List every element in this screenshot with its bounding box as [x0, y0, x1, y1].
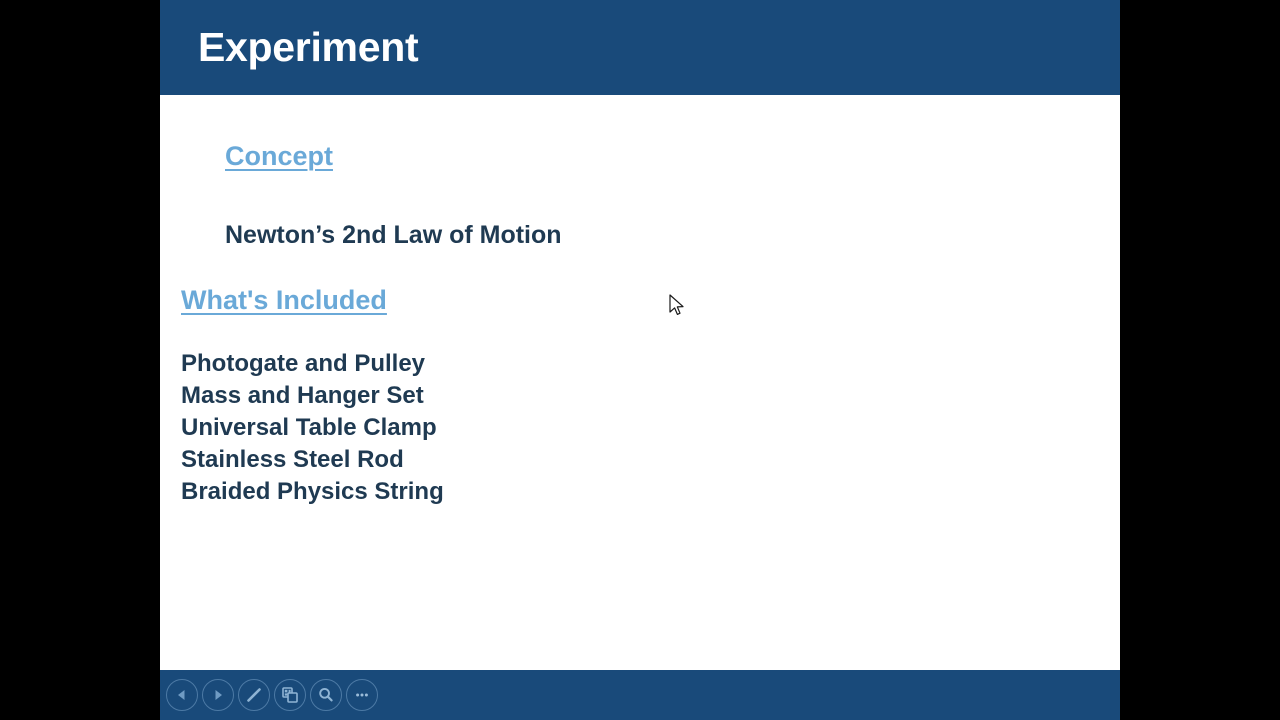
- list-item: Photogate and Pulley: [181, 350, 426, 377]
- letterbox-right: [1120, 0, 1280, 720]
- pen-icon: [244, 685, 264, 705]
- whats-included-heading[interactable]: What's Included: [181, 285, 387, 316]
- previous-slide-button[interactable]: [166, 679, 198, 711]
- player-toolbar: [160, 670, 1120, 720]
- slide-body: Concept Newton’s 2nd Law of Motion What'…: [160, 95, 1120, 670]
- grid-slides-icon: [280, 685, 300, 705]
- letterbox-left: [0, 0, 160, 720]
- magnifier-icon: [316, 685, 336, 705]
- concept-heading[interactable]: Concept: [225, 141, 333, 172]
- ellipsis-icon: [352, 685, 372, 705]
- list-item: Stainless Steel Rod: [181, 446, 404, 473]
- next-slide-button[interactable]: [202, 679, 234, 711]
- triangle-left-icon: [173, 686, 191, 704]
- presentation-stage: Experiment Concept Newton’s 2nd Law of M…: [160, 0, 1120, 720]
- list-item: Universal Table Clamp: [181, 414, 437, 441]
- slides-overview-button[interactable]: [274, 679, 306, 711]
- triangle-right-icon: [209, 686, 227, 704]
- pen-tool-button[interactable]: [238, 679, 270, 711]
- viewport: Experiment Concept Newton’s 2nd Law of M…: [0, 0, 1280, 720]
- list-item: Braided Physics String: [181, 478, 444, 505]
- slide-header: Experiment: [160, 0, 1120, 95]
- included-items-list: Photogate and Pulley Mass and Hanger Set…: [181, 348, 444, 508]
- slide-title: Experiment: [198, 24, 419, 70]
- list-item: Mass and Hanger Set: [181, 382, 424, 409]
- zoom-button[interactable]: [310, 679, 342, 711]
- more-options-button[interactable]: [346, 679, 378, 711]
- concept-text: Newton’s 2nd Law of Motion: [225, 221, 562, 249]
